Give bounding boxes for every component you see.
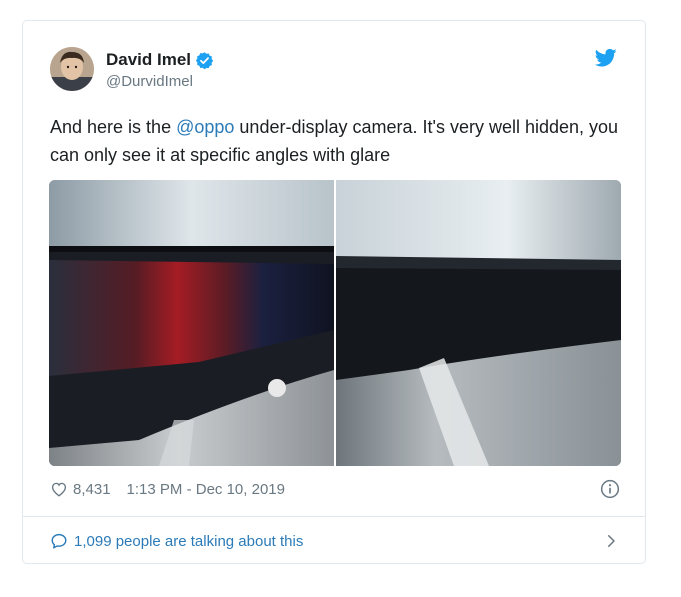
tweet-text-before: And here is the [50, 117, 177, 137]
avatar[interactable] [50, 47, 94, 91]
conversation-link[interactable]: 1,099 people are talking about this [50, 529, 620, 553]
author-handle[interactable]: @DurvidImel [106, 73, 214, 90]
info-icon[interactable] [600, 479, 620, 499]
chevron-right-icon[interactable] [602, 531, 620, 551]
author-display-name[interactable]: David Imel [106, 50, 191, 70]
speech-bubble-icon [51, 533, 67, 549]
conversation-label[interactable]: 1,099 people are talking about this [74, 533, 303, 550]
tweet-media[interactable] [49, 180, 621, 466]
tweet-timestamp[interactable]: 1:13 PM - Dec 10, 2019 [127, 481, 285, 498]
like-count[interactable]: 8,431 [73, 481, 111, 498]
twitter-bird-icon[interactable] [595, 48, 617, 68]
tweet-meta: 8,431 1:13 PM - Dec 10, 2019 [50, 477, 620, 501]
tweet-text: And here is the @oppo under-display came… [50, 113, 625, 169]
verified-badge-icon [195, 51, 214, 69]
author-names: David Imel @DurvidImel [106, 49, 214, 90]
divider [23, 516, 645, 517]
heart-icon[interactable] [50, 480, 68, 498]
mention-link[interactable]: @oppo [176, 117, 234, 137]
tweet-header: David Imel @DurvidImel [50, 47, 620, 97]
tweet-card: David Imel @DurvidImel And here is the @… [22, 20, 646, 564]
